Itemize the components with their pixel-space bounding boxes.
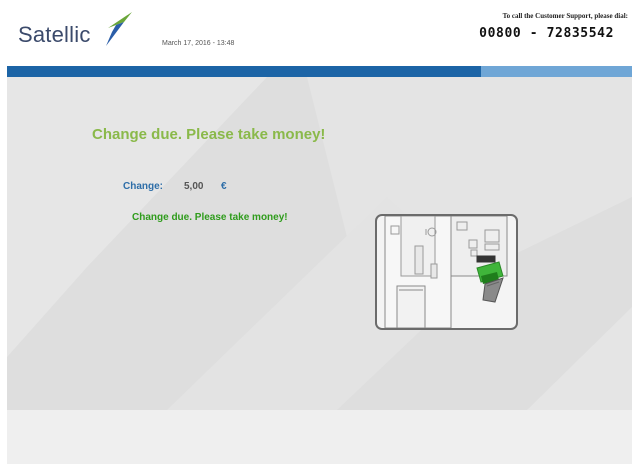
support-phone-number: 00800 - 72835542 xyxy=(479,26,614,41)
brand-bar-accent xyxy=(481,66,632,77)
change-label: Change: xyxy=(123,181,163,192)
footer-strip xyxy=(7,410,632,464)
page-title: Change due. Please take money! xyxy=(92,126,326,143)
currency-symbol: € xyxy=(221,181,227,192)
change-amount: 5,00 xyxy=(184,181,204,192)
logo-mark-icon xyxy=(106,12,132,46)
kiosk-illustration xyxy=(375,214,518,330)
take-money-message: Change due. Please take money! xyxy=(132,212,288,223)
brand-bar xyxy=(7,66,481,77)
support-label: To call the Customer Support, please dia… xyxy=(502,12,628,20)
logo-text: Satellic xyxy=(18,22,91,47)
date-time: March 17, 2016 - 13:48 xyxy=(162,40,235,47)
money-dispenser-icon xyxy=(384,216,508,328)
header: Satellic March 17, 2016 - 13:48 To call … xyxy=(0,0,632,66)
